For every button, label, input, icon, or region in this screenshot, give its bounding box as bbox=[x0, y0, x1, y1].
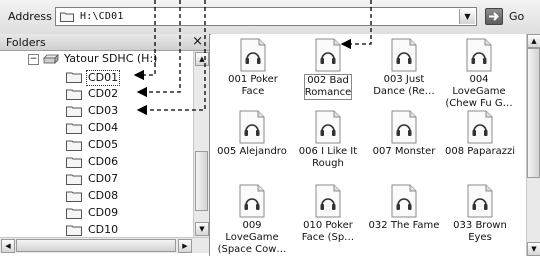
tree-item-label: CD09 bbox=[88, 206, 119, 219]
audio-file-icon bbox=[240, 38, 266, 72]
file-label: 004 LoveGame (Chew Fu G… bbox=[445, 74, 513, 109]
folder-icon bbox=[66, 174, 82, 185]
file-item[interactable]: 033 Brown Eyes bbox=[447, 184, 513, 244]
folder-icon bbox=[66, 157, 82, 168]
file-label: 003 Just Dance (Re… bbox=[373, 74, 435, 97]
folder-icon bbox=[66, 123, 82, 134]
audio-file-icon bbox=[467, 184, 493, 218]
file-label: 010 Poker Face (Sp… bbox=[301, 220, 355, 243]
file-item[interactable]: 004 LoveGame (Chew Fu G… bbox=[441, 38, 517, 110]
scroll-down-icon[interactable]: ▼ bbox=[527, 242, 540, 256]
audio-file-icon bbox=[466, 38, 492, 72]
file-item[interactable]: 001 Poker Face bbox=[220, 38, 286, 98]
audio-file-icon bbox=[239, 184, 265, 218]
audio-file-icon bbox=[467, 110, 493, 144]
drive-icon bbox=[43, 54, 59, 64]
chevron-down-icon[interactable]: ▼ bbox=[459, 9, 475, 24]
close-icon[interactable]: × bbox=[192, 34, 203, 49]
address-input[interactable]: H:\CD01 ▼ bbox=[55, 7, 477, 26]
folder-icon bbox=[66, 89, 82, 100]
tree-item-label: CD05 bbox=[88, 138, 119, 151]
file-label: 033 Brown Eyes bbox=[453, 220, 507, 243]
tree-item-label: CD10 bbox=[88, 223, 119, 236]
folders-vertical-scrollbar[interactable]: ▲ ▼ bbox=[193, 51, 209, 237]
file-label: 002 Bad Romance bbox=[303, 74, 353, 100]
folders-header: Folders × bbox=[0, 34, 209, 51]
scroll-right-icon[interactable]: ▶ bbox=[178, 239, 192, 253]
go-arrow-icon[interactable] bbox=[485, 8, 503, 25]
audio-file-icon bbox=[391, 184, 417, 218]
file-item[interactable]: 006 I Like It Rough bbox=[295, 110, 361, 170]
file-item[interactable]: 009 LoveGame (Space Cow… bbox=[215, 184, 289, 256]
files-vertical-scrollbar[interactable]: ▲ ▼ bbox=[526, 34, 540, 256]
scroll-up-icon[interactable]: ▲ bbox=[527, 34, 540, 48]
folders-horizontal-scrollbar[interactable]: ◀ ▶ bbox=[0, 237, 209, 253]
address-label: Address bbox=[8, 10, 52, 23]
audio-file-icon bbox=[391, 110, 417, 144]
tree-item-label: CD07 bbox=[88, 172, 119, 185]
folder-icon bbox=[66, 208, 82, 219]
file-label: 001 Poker Face bbox=[228, 74, 278, 97]
collapse-icon[interactable]: − bbox=[28, 54, 39, 65]
folders-pane: Folders × − Yatour SDHC (H:) CD01 CD02 C… bbox=[0, 34, 210, 256]
folder-icon bbox=[66, 225, 82, 236]
file-label: 008 Paparazzi bbox=[445, 146, 515, 157]
tree-item-label: CD03 bbox=[88, 104, 119, 117]
scroll-thumb[interactable] bbox=[16, 239, 176, 252]
tree-item-label: CD08 bbox=[88, 189, 119, 202]
file-item[interactable]: 032 The Fame bbox=[367, 184, 441, 232]
file-item[interactable]: 007 Monster bbox=[371, 110, 437, 158]
folder-icon bbox=[66, 140, 82, 151]
go-button[interactable]: Go bbox=[509, 10, 524, 23]
folder-icon bbox=[66, 72, 82, 83]
file-label: 006 I Like It Rough bbox=[298, 146, 358, 169]
audio-file-icon bbox=[391, 38, 417, 72]
file-item[interactable]: 005 Alejandro bbox=[215, 110, 289, 158]
file-label: 007 Monster bbox=[372, 146, 436, 157]
scroll-up-icon[interactable]: ▲ bbox=[195, 52, 209, 66]
tree-root-label: Yatour SDHC (H:) bbox=[64, 52, 158, 65]
file-item[interactable]: 010 Poker Face (Sp… bbox=[295, 184, 361, 244]
folder-icon bbox=[66, 191, 82, 202]
folders-title: Folders bbox=[6, 36, 46, 49]
tree-item-label: CD06 bbox=[88, 155, 119, 168]
file-item[interactable]: 008 Paparazzi bbox=[443, 110, 517, 158]
address-bar: Address H:\CD01 ▼ Go bbox=[0, 0, 540, 35]
scroll-down-icon[interactable]: ▼ bbox=[195, 222, 209, 236]
audio-file-icon bbox=[315, 184, 341, 218]
scroll-thumb[interactable] bbox=[527, 48, 540, 178]
audio-file-icon bbox=[239, 110, 265, 144]
folder-icon bbox=[60, 12, 74, 22]
audio-file-icon bbox=[315, 110, 341, 144]
file-item[interactable]: 003 Just Dance (Re… bbox=[371, 38, 437, 98]
tree-item-label: CD01 bbox=[86, 70, 121, 86]
file-item[interactable]: 002 Bad Romance bbox=[295, 38, 361, 100]
audio-file-icon bbox=[315, 38, 341, 72]
tree-item-label: CD02 bbox=[88, 87, 119, 100]
tree-item-label: CD04 bbox=[88, 121, 119, 134]
address-path: H:\CD01 bbox=[80, 11, 124, 22]
file-label: 032 The Fame bbox=[368, 220, 440, 231]
scroll-thumb[interactable] bbox=[195, 151, 208, 211]
file-label: 005 Alejandro bbox=[217, 146, 287, 157]
folder-icon bbox=[66, 106, 82, 117]
file-list-pane: 001 Poker Face 002 Bad Romance 003 Just … bbox=[211, 34, 540, 256]
scroll-left-icon[interactable]: ◀ bbox=[1, 239, 15, 253]
file-label: 009 LoveGame (Space Cow… bbox=[217, 220, 287, 255]
